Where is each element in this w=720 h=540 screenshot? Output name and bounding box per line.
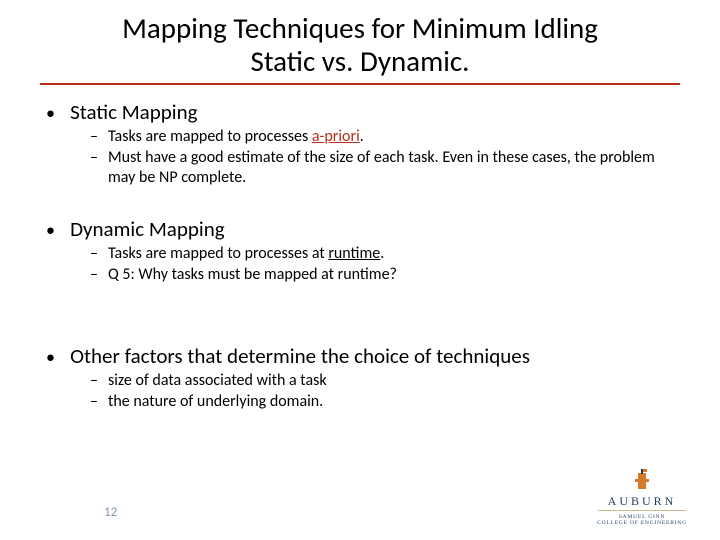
list-item: Tasks are mapped to processes at runtime… <box>90 244 674 264</box>
heading-dynamic: Dynamic Mapping <box>70 216 225 242</box>
logo-divider <box>598 510 686 511</box>
slide-title: Mapping Techniques for Minimum Idling St… <box>40 12 680 85</box>
bullet-other-factors: Other factors that determine the choice … <box>46 343 674 412</box>
logo-mark-icon <box>592 469 692 493</box>
title-line-1: Mapping Techniques for Minimum Idling <box>122 10 598 46</box>
list-item: Q 5: Why tasks must be mapped at runtime… <box>90 265 674 285</box>
logo-text: AUBURN <box>592 495 692 507</box>
list-item: Tasks are mapped to processes a-priori. <box>90 127 674 147</box>
list-item: size of data associated with a task <box>90 371 674 391</box>
heading-static: Static Mapping <box>70 99 197 125</box>
slide-body: Static Mapping Tasks are mapped to proce… <box>0 93 720 412</box>
slide: Mapping Techniques for Minimum Idling St… <box>0 0 720 540</box>
logo-subtitle-2: COLLEGE OF ENGINEERING <box>592 520 692 526</box>
bullet-static-mapping: Static Mapping Tasks are mapped to proce… <box>46 99 674 188</box>
auburn-logo: AUBURN SAMUEL GINN COLLEGE OF ENGINEERIN… <box>592 469 692 526</box>
highlight-runtime: runtime <box>328 244 380 263</box>
heading-other: Other factors that determine the choice … <box>70 343 530 369</box>
bullet-dynamic-mapping: Dynamic Mapping Tasks are mapped to proc… <box>46 216 674 285</box>
title-line-2: Static vs. Dynamic. <box>251 43 470 79</box>
list-item: the nature of underlying domain. <box>90 392 674 412</box>
list-item: Must have a good estimate of the size of… <box>90 148 674 188</box>
highlight-apriori: a-priori <box>312 127 360 146</box>
page-number: 12 <box>104 505 117 520</box>
